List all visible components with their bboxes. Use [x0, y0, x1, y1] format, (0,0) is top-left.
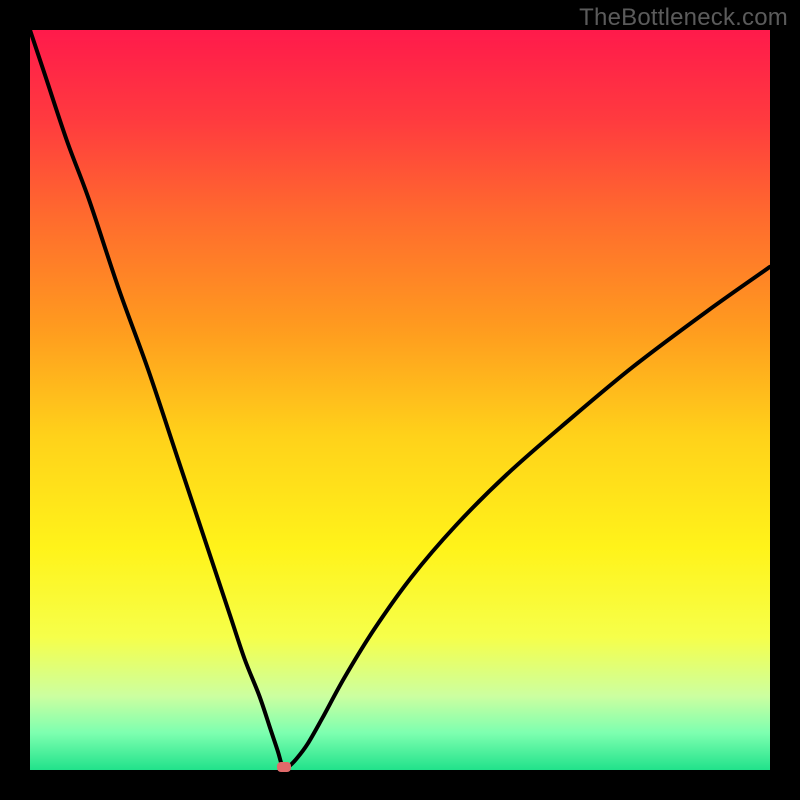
gradient-background — [30, 30, 770, 770]
plot-svg — [30, 30, 770, 770]
optimum-marker — [277, 762, 291, 772]
watermark-text: TheBottleneck.com — [579, 4, 788, 32]
chart-frame: TheBottleneck.com — [0, 0, 800, 800]
plot-area — [30, 30, 770, 770]
